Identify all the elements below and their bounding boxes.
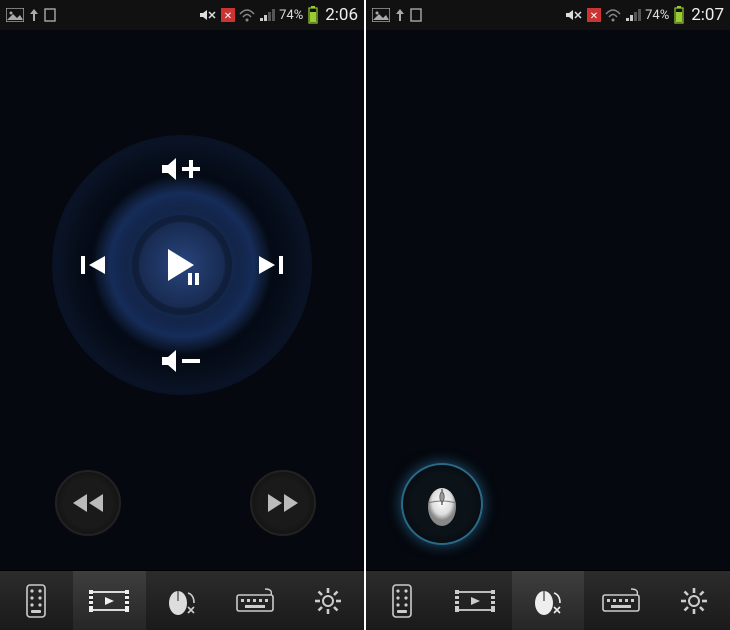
tab-settings[interactable]: [291, 570, 364, 630]
upload-icon: [394, 7, 406, 23]
play-pause-icon: [154, 237, 210, 293]
battery-icon: [307, 6, 319, 24]
tabbar: [366, 570, 730, 630]
previous-track-icon: [77, 248, 111, 282]
main-area: [0, 30, 364, 570]
gear-icon: [679, 586, 709, 616]
mouse-toggle-button[interactable]: [401, 463, 483, 545]
tab-media[interactable]: [73, 570, 146, 630]
battery-percent: 74%: [645, 8, 669, 23]
volume-muted-icon: [565, 8, 583, 22]
fast-forward-button[interactable]: [250, 470, 316, 536]
upload-icon: [28, 7, 40, 23]
remote-icon: [24, 583, 48, 619]
rewind-button[interactable]: [55, 470, 121, 536]
network-error-icon: ✕: [587, 8, 601, 22]
tab-remote[interactable]: [366, 570, 439, 630]
tab-remote[interactable]: [0, 570, 73, 630]
network-error-icon: ✕: [221, 8, 235, 22]
battery-icon: [673, 6, 685, 24]
next-track-icon: [253, 248, 287, 282]
svg-text:✕: ✕: [590, 11, 598, 22]
phone-right: ✕ 74% 2:07: [366, 0, 730, 630]
volume-up-button[interactable]: [152, 139, 212, 199]
remote-icon: [390, 583, 414, 619]
status-bar: ✕ 74% 2:07: [366, 0, 730, 30]
tab-keyboard[interactable]: [218, 570, 291, 630]
signal-icon: [259, 8, 275, 22]
window-icon: [410, 7, 422, 23]
status-bar: ✕ 74% 2:06: [0, 0, 364, 30]
wifi-icon: [239, 8, 255, 22]
tab-media[interactable]: [439, 570, 512, 630]
main-area[interactable]: [366, 30, 730, 570]
rewind-icon: [70, 491, 106, 515]
tab-keyboard[interactable]: [584, 570, 657, 630]
signal-icon: [625, 8, 641, 22]
volume-muted-icon: [199, 8, 217, 22]
clock: 2:07: [691, 5, 724, 25]
window-icon: [44, 7, 56, 23]
gallery-icon: [372, 8, 390, 22]
mouse-tab-icon: [530, 585, 566, 617]
clock: 2:06: [325, 5, 358, 25]
volume-up-icon: [158, 151, 206, 187]
play-pause-button[interactable]: [132, 215, 232, 315]
mouse-tab-icon: [164, 585, 200, 617]
volume-down-button[interactable]: [152, 331, 212, 391]
media-icon: [89, 586, 129, 616]
tab-settings[interactable]: [657, 570, 730, 630]
mouse-icon: [423, 479, 461, 529]
battery-percent: 74%: [279, 8, 303, 23]
tabbar: [0, 570, 364, 630]
keyboard-icon: [601, 587, 641, 615]
gallery-icon: [6, 8, 24, 22]
tab-mouse[interactable]: [512, 570, 585, 630]
previous-track-button[interactable]: [64, 235, 124, 295]
keyboard-icon: [235, 587, 275, 615]
fast-forward-icon: [265, 491, 301, 515]
tab-mouse[interactable]: [146, 570, 219, 630]
wifi-icon: [605, 8, 621, 22]
next-track-button[interactable]: [240, 235, 300, 295]
media-icon: [455, 586, 495, 616]
svg-text:✕: ✕: [224, 11, 232, 22]
volume-down-icon: [158, 343, 206, 379]
gear-icon: [313, 586, 343, 616]
media-control-ring: [52, 135, 312, 395]
phone-left: ✕ 74% 2:06: [0, 0, 364, 630]
